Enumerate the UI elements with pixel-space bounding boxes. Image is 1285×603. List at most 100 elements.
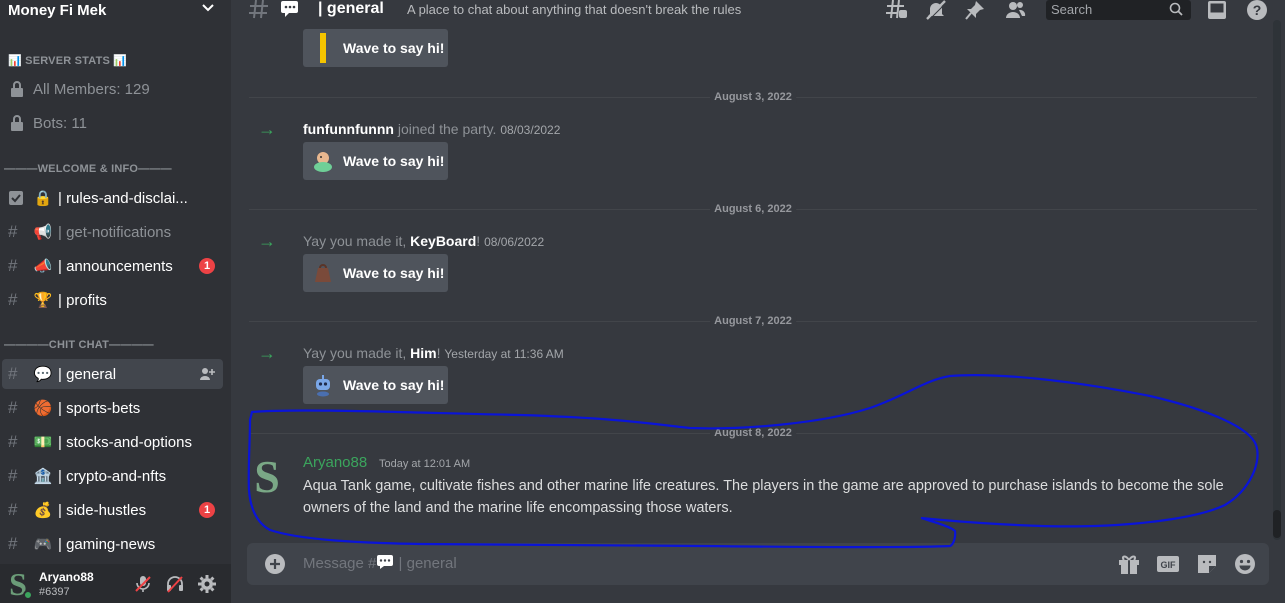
upload-plus-icon[interactable] <box>265 554 285 574</box>
text-channel-icon <box>249 0 268 19</box>
channel-crypto-and-nfts[interactable]: # 🏦 | crypto-and-nfts <box>2 461 223 491</box>
message-author[interactable]: Aryano88 <box>303 454 367 471</box>
wave-label: Wave to say hi! <box>343 377 445 393</box>
money-bill-emoji-icon: 💵 <box>33 434 53 451</box>
wave-label: Wave to say hi! <box>343 265 445 281</box>
date-divider: August 8, 2022 <box>249 427 1257 439</box>
join-message: Yay you made it, KeyBoard! 08/06/2022 <box>303 233 544 249</box>
channel-label: | general <box>58 365 117 383</box>
channel-side-hustles[interactable]: # 💰 | side-hustles 1 <box>2 495 223 525</box>
channel-profits[interactable]: # 🏆 | profits <box>2 285 223 315</box>
wave-button[interactable]: Wave to say hi! <box>303 29 448 67</box>
svg-text:?: ? <box>1253 2 1262 18</box>
join-text: ! <box>436 345 441 361</box>
pinned-messages-icon[interactable] <box>964 0 986 20</box>
mention-badge: 1 <box>199 258 215 274</box>
category-chit-chat[interactable]: ————CHIT CHAT———— <box>0 330 231 360</box>
join-text: Yay you made it, <box>303 345 411 361</box>
text-channel-icon: # <box>8 432 18 451</box>
wave-label: Wave to say hi! <box>343 153 445 169</box>
user-avatar[interactable]: S <box>4 568 32 600</box>
stat-label: Bots: 11 <box>33 114 87 132</box>
chevron-down-icon <box>202 4 214 12</box>
channel-announcements[interactable]: # 📣 | announcements 1 <box>2 251 223 281</box>
deafened-headphones-icon[interactable] <box>165 574 185 594</box>
user-panel: S Aryano88 #6397 <box>0 564 231 603</box>
join-message: Yay you made it, Him! Yesterday at 11:36… <box>303 345 564 361</box>
stat-all-members[interactable]: All Members: 129 <box>0 74 231 104</box>
channel-label: | sports-bets <box>58 399 141 417</box>
game-controller-emoji-icon: 🎮 <box>33 536 53 553</box>
join-text: ! <box>476 233 481 249</box>
channel-header: | general A place to chat about anything… <box>231 0 1285 20</box>
muted-microphone-icon[interactable] <box>133 574 153 594</box>
joined-username[interactable]: Him <box>410 345 436 361</box>
channel-topic[interactable]: A place to chat about anything that does… <box>407 2 741 17</box>
wave-button[interactable]: Wave to say hi! <box>303 254 448 292</box>
speech-bubble-emoji-icon <box>377 555 394 569</box>
notification-bell-muted-icon[interactable] <box>925 0 947 20</box>
settings-gear-icon[interactable] <box>197 574 217 594</box>
date-divider: August 6, 2022 <box>249 203 1257 215</box>
wave-button[interactable]: Wave to say hi! <box>303 142 448 180</box>
channel-rules-and-disclaimer[interactable]: 🔒 | rules-and-disclai... <box>2 183 223 213</box>
join-text: joined the party. <box>393 121 497 137</box>
text-channel-icon: # <box>8 290 18 309</box>
channel-stocks-and-options[interactable]: # 💵 | stocks-and-options <box>2 427 223 457</box>
join-timestamp: 08/06/2022 <box>484 235 545 249</box>
channel-get-notifications[interactable]: # 📢 | get-notifications <box>2 217 223 247</box>
lock-icon <box>11 81 23 97</box>
speech-bubble-emoji-icon <box>281 1 298 17</box>
joined-username[interactable]: KeyBoard <box>410 233 476 249</box>
create-invite-icon[interactable] <box>199 367 215 381</box>
text-channel-icon: # <box>8 256 18 275</box>
category-welcome-info[interactable]: ———WELCOME & INFO——— <box>0 154 231 184</box>
message-content: Aqua Tank game, cultivate fishes and oth… <box>303 478 1224 516</box>
date-label: August 7, 2022 <box>710 315 796 327</box>
message-scrollbar[interactable] <box>1273 20 1281 540</box>
robot-sticker-icon <box>303 373 343 397</box>
join-timestamp: Yesterday at 11:36 AM <box>444 347 564 361</box>
speech-bubble-emoji-icon: 💬 <box>33 366 53 383</box>
basketball-emoji-icon: 🏀 <box>33 400 53 417</box>
date-label: August 6, 2022 <box>710 203 796 215</box>
channel-label: | stocks-and-options <box>58 433 192 451</box>
message-input[interactable]: Message # | general <box>303 555 457 572</box>
emoji-picker-icon[interactable] <box>1233 553 1257 575</box>
wave-button[interactable]: Wave to say hi! <box>303 366 448 404</box>
sticker-icon[interactable] <box>1195 553 1219 575</box>
date-label: August 8, 2022 <box>710 427 796 439</box>
message-composer[interactable]: Message # | general GIF <box>247 543 1269 585</box>
sticker-icon <box>303 33 343 63</box>
author-avatar[interactable]: S <box>249 452 285 496</box>
stat-bots[interactable]: Bots: 11 <box>0 108 231 138</box>
text-channel-icon: # <box>8 222 18 241</box>
message-list: Wave to say hi! August 3, 2022 → funfunn… <box>231 20 1273 540</box>
channel-gaming-news[interactable]: # 🎮 | gaming-news <box>2 529 223 559</box>
channel-label: | profits <box>58 291 107 309</box>
bank-emoji-icon: 🏦 <box>33 468 53 485</box>
server-header[interactable]: Money Fi Mek <box>0 0 231 20</box>
channel-general[interactable]: # 💬 | general <box>2 359 223 389</box>
channel-label: | get-notifications <box>58 223 172 241</box>
gift-icon[interactable] <box>1117 553 1141 575</box>
threads-icon[interactable] <box>886 0 908 20</box>
waving-sticker-icon <box>303 149 343 173</box>
channel-sports-bets[interactable]: # 🏀 | sports-bets <box>2 393 223 423</box>
category-label: ————CHIT CHAT———— <box>4 339 154 351</box>
wave-label: Wave to say hi! <box>343 40 445 56</box>
search-input[interactable]: Search <box>1046 0 1191 20</box>
member-list-icon[interactable] <box>1004 0 1026 20</box>
scrollbar-thumb[interactable] <box>1273 510 1281 538</box>
help-icon[interactable]: ? <box>1246 0 1268 20</box>
category-server-stats[interactable]: 📊 SERVER STATS 📊 <box>0 45 231 75</box>
category-label: ———WELCOME & INFO——— <box>4 163 172 175</box>
channel-label: | rules-and-disclai... <box>58 189 188 207</box>
mention-badge: 1 <box>199 502 215 518</box>
inbox-icon[interactable] <box>1206 0 1228 20</box>
gif-icon[interactable]: GIF <box>1156 553 1180 575</box>
search-placeholder: Search <box>1051 2 1093 17</box>
bag-sticker-icon <box>303 262 343 284</box>
server-name: Money Fi Mek <box>8 1 107 19</box>
joined-username[interactable]: funfunnfunnn <box>303 121 394 137</box>
